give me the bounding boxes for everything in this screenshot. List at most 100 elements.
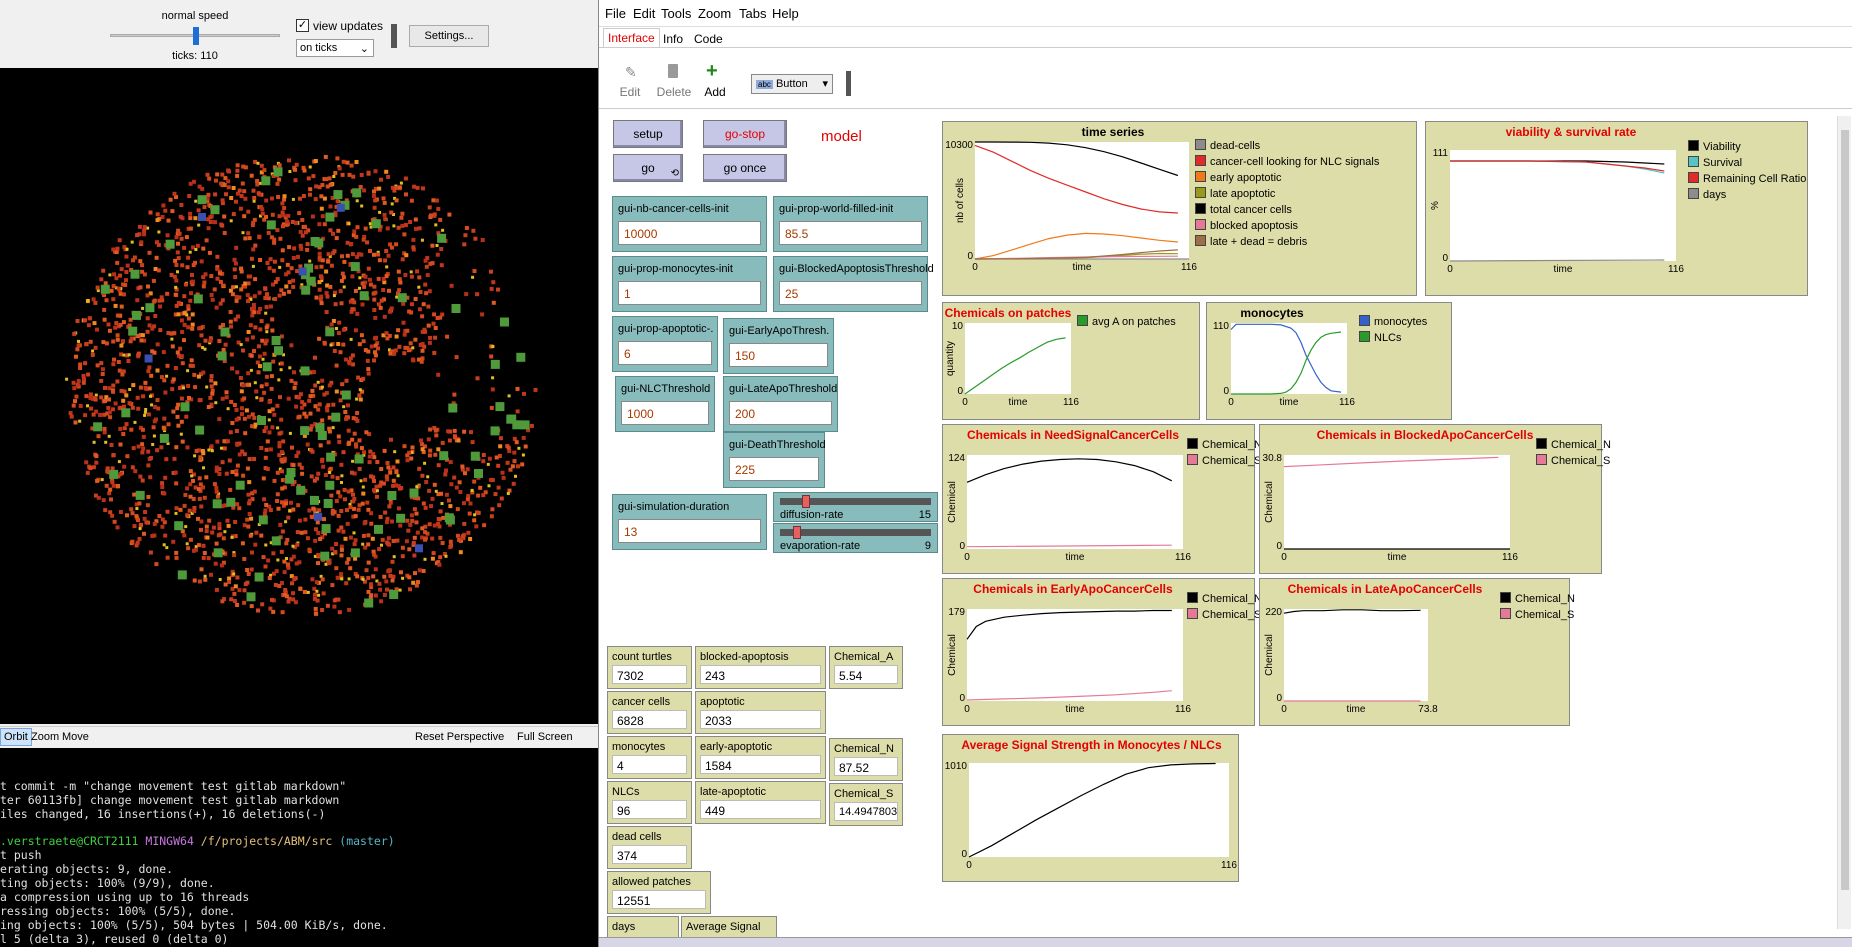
tab-interface[interactable]: Interface — [603, 28, 660, 47]
go-button[interactable]: go ⟲ — [613, 154, 683, 182]
cell-marker — [230, 421, 235, 425]
cell-marker — [436, 447, 441, 452]
input-value[interactable]: 85.5 — [779, 221, 922, 245]
cell-marker — [235, 502, 240, 507]
cell-marker — [157, 514, 162, 518]
plot-early-apo-cancer-cells[interactable]: Chemicals in EarlyApoCancerCells 0 116 179 0… — [942, 578, 1262, 726]
input-nlc-threshold[interactable]: gui-NLCThreshold 1000 — [615, 376, 715, 432]
menu-edit[interactable]: Edit — [633, 6, 655, 21]
slider-diffusion-rate[interactable]: diffusion-rate 15 — [773, 492, 938, 522]
cell-marker — [420, 238, 424, 242]
slider-knob[interactable] — [801, 495, 810, 508]
cell-marker — [366, 349, 371, 354]
slider-knob[interactable] — [793, 526, 802, 539]
cell-marker — [359, 333, 364, 338]
input-nb-cancer-cells[interactable]: gui-nb-cancer-cells-init 10000 — [612, 196, 767, 252]
cell-marker — [81, 373, 86, 378]
input-prop-apoptotic[interactable]: gui-prop-apoptotic-... 6 — [612, 316, 718, 372]
reset-perspective-button[interactable]: Reset Perspective — [415, 731, 504, 743]
edit-button[interactable]: Edit — [606, 85, 654, 99]
plot-late-apo-cancer-cells[interactable]: Chemicals in LateApoCancerCells 0 73.8 220 0… — [1259, 578, 1575, 726]
cell-marker — [129, 427, 134, 432]
nlc-marker — [315, 423, 325, 433]
plot-need-signal-cancer-cells[interactable]: Chemicals in NeedSignalCancerCells 0 116 12… — [942, 424, 1262, 574]
cell-marker — [373, 350, 377, 355]
cell-marker — [207, 448, 211, 452]
cell-marker — [211, 525, 216, 530]
input-value[interactable]: 13 — [618, 519, 761, 543]
add-button[interactable]: Add — [691, 85, 739, 99]
input-blocked-apoptosis-threshold[interactable]: gui-BlockedApoptosisThreshold 25 — [773, 256, 934, 312]
menu-file[interactable]: File — [605, 6, 626, 21]
input-value[interactable]: 25 — [779, 281, 922, 305]
cell-marker — [407, 309, 412, 314]
cell-marker — [379, 467, 384, 471]
plot-average-signal-strength[interactable]: Average Signal Strength in Monocytes / N… — [942, 734, 1239, 882]
plot-chemicals-on-patches[interactable]: Chemicals on patches 0 116 10 0 time quantity a… — [942, 302, 1200, 420]
cell-marker — [151, 278, 156, 283]
menu-tools[interactable]: Tools — [661, 6, 691, 21]
scrollbar-thumb[interactable] — [1841, 130, 1849, 890]
view-updates-checkbox[interactable]: ✓ — [296, 19, 309, 32]
cell-marker — [112, 272, 117, 277]
move-button[interactable]: Move — [62, 731, 89, 743]
go-stop-button[interactable]: go-stop — [703, 120, 787, 148]
setup-button[interactable]: setup — [613, 120, 683, 148]
input-death-threshold[interactable]: gui-DeathThreshold 225 — [723, 432, 826, 488]
cell-marker — [522, 391, 526, 396]
command-center-bar[interactable] — [599, 937, 1852, 947]
slider-track[interactable] — [780, 529, 931, 536]
input-prop-monocytes[interactable]: gui-prop-monocytes-init 1 — [612, 256, 767, 312]
nlc-marker — [257, 416, 266, 425]
orbit-button[interactable]: Orbit — [0, 728, 32, 746]
input-early-apo-threshold[interactable]: gui-EarlyApoThresh... 150 — [723, 318, 834, 374]
go-once-button[interactable]: go once — [703, 154, 787, 182]
input-simulation-duration[interactable]: gui-simulation-duration 13 — [612, 494, 767, 550]
settings-button[interactable]: Settings... — [409, 25, 489, 47]
widget-type-select[interactable]: abc Button ▾ — [751, 74, 833, 94]
input-value[interactable]: 150 — [729, 343, 828, 367]
tab-code[interactable]: Code — [694, 32, 723, 46]
zoom-button[interactable]: Zoom — [31, 731, 59, 743]
cell-marker — [329, 263, 334, 268]
legend-entry: avg A on patches — [1077, 314, 1176, 330]
speed-slider-knob[interactable] — [193, 27, 199, 45]
cell-marker — [462, 429, 467, 434]
input-value[interactable]: 225 — [729, 457, 819, 481]
cell-marker — [394, 198, 399, 203]
cell-marker — [431, 321, 436, 326]
plot-viability-survival[interactable]: viability & survival rate 0 116 111 0 time% Vi… — [1425, 121, 1808, 296]
menu-tabs[interactable]: Tabs — [739, 6, 766, 21]
tab-info[interactable]: Info — [663, 32, 683, 46]
menu-help[interactable]: Help — [772, 6, 799, 21]
plot-monocytes[interactable]: monocytes 0 116 110 0 time monocytes NLCs — [1206, 302, 1452, 420]
input-world-filled[interactable]: gui-prop-world-filled-init 85.5 — [773, 196, 928, 252]
plot-blocked-apo-cancer-cells[interactable]: Chemicals in BlockedApoCancerCells 0 116 30… — [1259, 424, 1611, 574]
monitor-chemical-a: Chemical_A 5.54 — [829, 646, 903, 689]
input-late-apo-threshold[interactable]: gui-LateApoThreshold 200 — [723, 376, 838, 432]
input-value[interactable]: 200 — [729, 401, 832, 425]
full-screen-button[interactable]: Full Screen — [517, 731, 573, 743]
cell-marker — [342, 285, 346, 289]
slider-evaporation-rate[interactable]: evaporation-rate 9 — [773, 523, 938, 553]
cell-marker — [411, 580, 416, 585]
terminal-line: iles changed, 16 insertions(+), 16 delet… — [0, 806, 326, 821]
input-value[interactable]: 10000 — [618, 221, 761, 245]
input-value[interactable]: 1 — [618, 281, 761, 305]
cell-marker — [240, 541, 245, 546]
plot-time-series[interactable]: time series 0 116 10300 0 time nb of cells dead… — [942, 121, 1417, 296]
cell-marker — [234, 298, 239, 303]
world-view-canvas[interactable] — [0, 68, 598, 724]
cell-marker — [500, 470, 505, 475]
input-value[interactable]: 6 — [618, 341, 712, 365]
vertical-scrollbar[interactable] — [1837, 116, 1851, 929]
update-mode-select[interactable]: on ticks ⌄ — [296, 39, 374, 57]
terminal-line: l 5 (delta 3), reused 0 (delta 0) — [0, 931, 229, 946]
cell-marker — [264, 374, 269, 379]
cell-marker — [411, 358, 416, 363]
menu-zoom[interactable]: Zoom — [698, 6, 731, 21]
input-value[interactable]: 1000 — [621, 401, 709, 425]
git-terminal[interactable]: t commit -m "change movement test gitlab… — [0, 748, 598, 947]
cell-marker — [343, 536, 348, 541]
cell-marker — [291, 597, 296, 602]
